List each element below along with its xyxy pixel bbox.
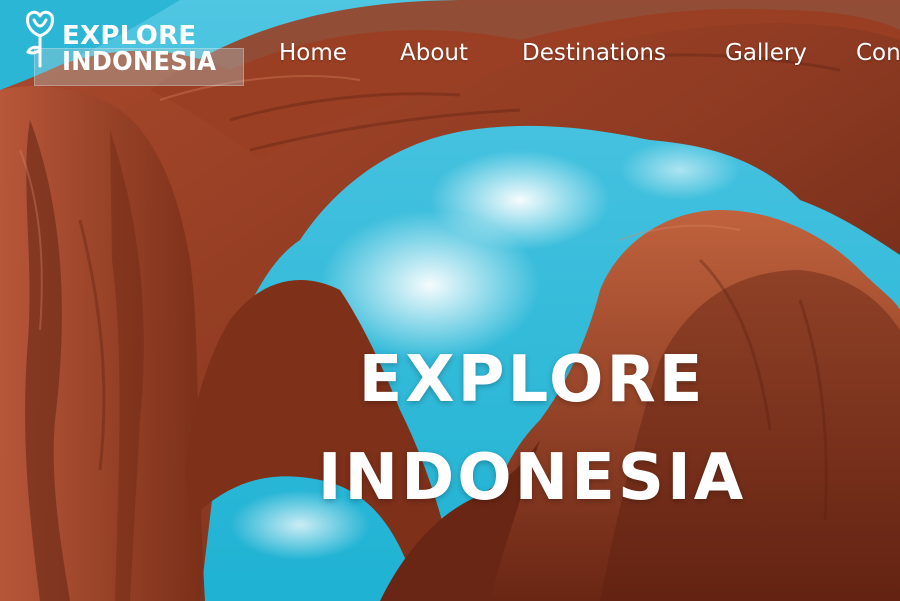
hero-title-line1: EXPLORE — [358, 343, 706, 417]
main-nav: Home About Destinations Gallery Con — [0, 34, 900, 74]
nav-home[interactable]: Home — [279, 34, 347, 72]
nav-about[interactable]: About — [400, 34, 468, 72]
hero-section: EXPLORE INDONESIA Home About Destination… — [0, 0, 900, 601]
nav-destinations[interactable]: Destinations — [522, 34, 666, 72]
hero-title-line2: INDONESIA — [317, 441, 747, 515]
nav-contact[interactable]: Con — [856, 34, 900, 72]
nav-gallery[interactable]: Gallery — [725, 34, 807, 72]
